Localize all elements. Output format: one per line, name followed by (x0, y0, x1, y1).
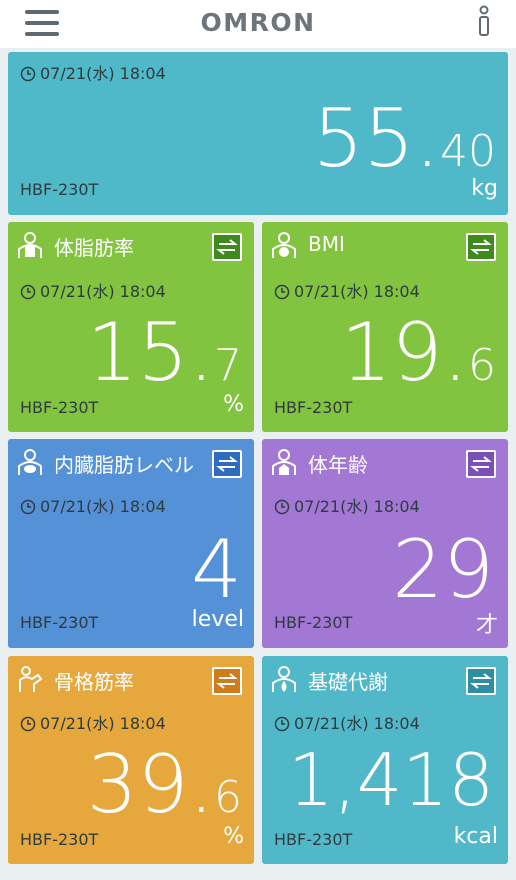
clock-icon (20, 716, 36, 732)
bmi-card[interactable]: BMI 07/21(水) 18:04 19.6 HBF-230T (262, 222, 508, 432)
device-name: HBF-230T (20, 613, 99, 632)
swap-button[interactable] (466, 233, 496, 261)
weight-value: 55.40 (312, 92, 496, 185)
app-header: OMRON (0, 0, 516, 48)
weight-card[interactable]: 07/21(水) 18:04 55.40 HBF-230T kg (8, 52, 508, 215)
card-title: 内臓脂肪レベル (54, 453, 194, 477)
swap-arrows-icon (470, 239, 492, 255)
menu-icon[interactable] (25, 8, 59, 38)
measurement-time: 07/21(水) 18:04 (274, 493, 420, 517)
card-title: BMI (308, 232, 345, 256)
unit-label: kg (471, 176, 498, 201)
basal-metabolism-card[interactable]: 基礎代謝 07/21(水) 18:04 1,418 HBF-230T kcal (262, 656, 508, 864)
unit-label: 才 (475, 613, 498, 638)
measurement-time: 07/21(水) 18:04 (20, 710, 166, 734)
skeletal-muscle-value: 39.6 (86, 738, 242, 831)
basal-metabolism-value: 1,418 (287, 738, 494, 822)
person-bmi-icon (272, 232, 296, 258)
swap-button[interactable] (212, 667, 242, 695)
device-name: HBF-230T (20, 830, 99, 849)
swap-button[interactable] (466, 450, 496, 478)
measurement-time: 07/21(水) 18:04 (20, 278, 166, 302)
person-age-icon (272, 449, 296, 475)
body-fat-value: 15.7 (86, 306, 242, 399)
clock-icon (20, 499, 36, 515)
muscle-arm-icon (19, 666, 43, 692)
info-icon[interactable] (474, 3, 494, 39)
card-title: 基礎代謝 (308, 670, 388, 694)
swap-arrows-icon (470, 673, 492, 689)
clock-icon (274, 716, 290, 732)
device-name: HBF-230T (20, 180, 99, 199)
visceral-fat-card[interactable]: 内臓脂肪レベル 07/21(水) 18:04 4 HBF-230T level (8, 439, 254, 648)
measurement-time: 07/21(水) 18:04 (20, 493, 166, 517)
device-name: HBF-230T (274, 613, 353, 632)
swap-button[interactable] (466, 667, 496, 695)
device-name: HBF-230T (20, 398, 99, 417)
measurement-time: 07/21(水) 18:04 (20, 60, 166, 84)
clock-icon (20, 66, 36, 82)
swap-button[interactable] (212, 450, 242, 478)
device-name: HBF-230T (274, 830, 353, 849)
card-title: 体脂肪率 (54, 236, 134, 260)
card-title: 体年齢 (308, 453, 368, 477)
person-metabolism-icon (272, 666, 296, 692)
unit-label: level (191, 607, 244, 632)
clock-icon (274, 284, 290, 300)
skeletal-muscle-card[interactable]: 骨格筋率 07/21(水) 18:04 39.6 HBF-230T % (8, 656, 254, 864)
swap-arrows-icon (470, 456, 492, 472)
bmi-value: 19.6 (340, 306, 496, 399)
brand-logo: OMRON (200, 8, 316, 37)
clock-icon (274, 499, 290, 515)
unit-label: % (223, 392, 244, 417)
measurement-time: 07/21(水) 18:04 (274, 278, 420, 302)
measurement-time: 07/21(水) 18:04 (274, 710, 420, 734)
swap-arrows-icon (216, 456, 238, 472)
unit-label: kcal (453, 824, 498, 849)
body-age-value: 29 (392, 523, 494, 616)
body-fat-card[interactable]: 体脂肪率 07/21(水) 18:04 15.7 HBF-230T % (8, 222, 254, 432)
visceral-fat-value: 4 (191, 523, 242, 616)
card-title: 骨格筋率 (54, 670, 134, 694)
unit-label: % (223, 824, 244, 849)
body-age-card[interactable]: 体年齢 07/21(水) 18:04 29 HBF-230T 才 (262, 439, 508, 648)
swap-button[interactable] (212, 233, 242, 261)
swap-arrows-icon (216, 673, 238, 689)
person-icon (18, 232, 42, 258)
device-name: HBF-230T (274, 398, 353, 417)
clock-icon (20, 284, 36, 300)
swap-arrows-icon (216, 239, 238, 255)
person-visceral-icon (18, 449, 42, 475)
